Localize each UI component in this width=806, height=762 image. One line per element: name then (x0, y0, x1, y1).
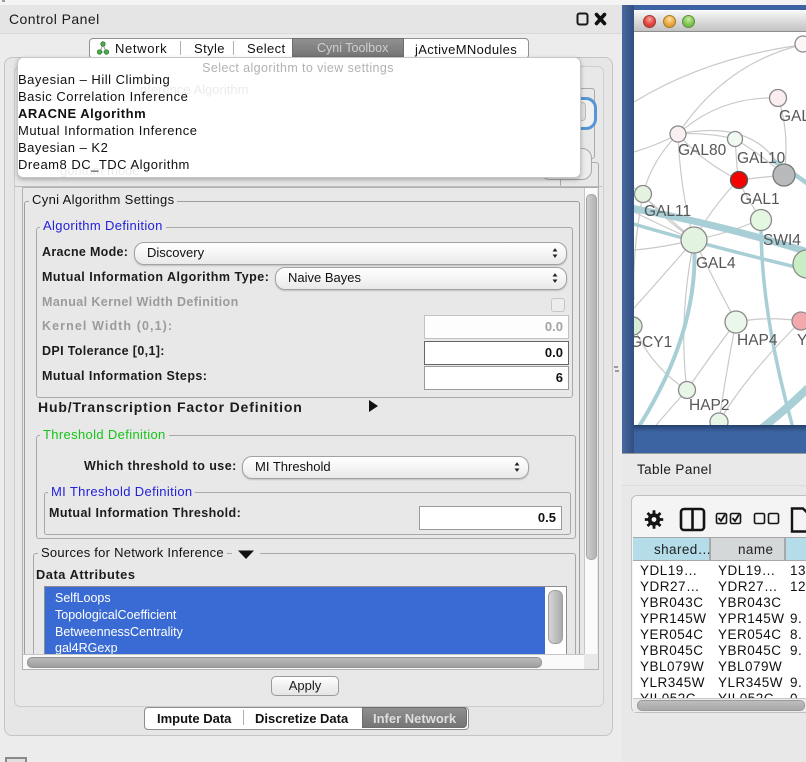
svg-text:GAL1: GAL1 (740, 191, 780, 208)
svg-text:GCY1: GCY1 (634, 334, 672, 351)
svg-text:GAL7: GAL7 (779, 108, 806, 125)
svg-text:GAL10: GAL10 (737, 150, 786, 167)
svg-text:YM: YM (797, 332, 806, 349)
svg-text:SWI4: SWI4 (763, 232, 801, 249)
svg-text:GAL11: GAL11 (644, 203, 691, 220)
svg-text:GAL4: GAL4 (696, 255, 736, 272)
svg-text:GAL80: GAL80 (678, 142, 727, 159)
svg-text:HAP2: HAP2 (689, 397, 730, 414)
svg-text:HAP4: HAP4 (737, 332, 778, 349)
